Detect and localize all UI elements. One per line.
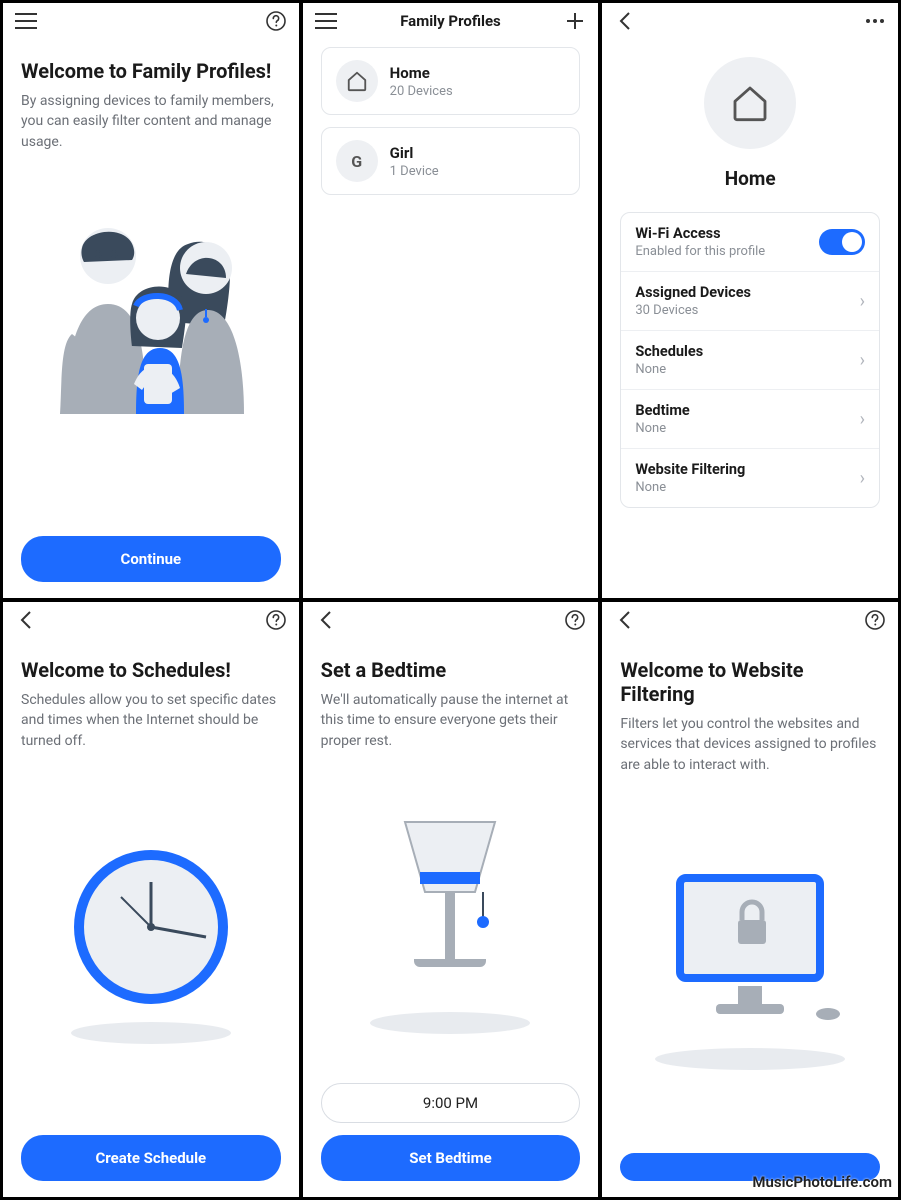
content: Home 20 Devices G Girl 1 Device [303,39,599,598]
profile-text: Home 20 Devices [390,64,453,99]
row-title: Schedules [635,343,703,360]
continue-button[interactable]: Continue [21,536,281,582]
row-bedtime[interactable]: Bedtime None › [621,389,879,448]
profile-name: Home [390,64,453,82]
profile-row-girl[interactable]: G Girl 1 Device [321,127,581,195]
chevron-right-icon: › [860,291,865,312]
family-illustration [21,164,281,524]
chevron-right-icon: › [860,350,865,371]
back-button[interactable] [11,610,41,630]
row-sub: None [635,421,689,436]
help-icon [266,11,286,31]
chevron-right-icon: › [860,468,865,489]
screen-profile-detail: Home Wi-Fi Access Enabled for this profi… [602,3,898,598]
screen-welcome-schedules: Welcome to Schedules! Schedules allow yo… [3,602,299,1197]
menu-button[interactable] [11,13,41,29]
row-wifi-access[interactable]: Wi-Fi Access Enabled for this profile [621,213,879,271]
home-icon [336,60,378,102]
page-subtitle: Filters let you control the websites and… [620,714,880,775]
help-button[interactable] [261,11,291,31]
topbar [3,3,299,39]
content: Welcome to Website Filtering Filters let… [602,638,898,1197]
topbar [602,602,898,638]
page-subtitle: We'll automatically pause the internet a… [321,690,581,751]
content: Welcome to Schedules! Schedules allow yo… [3,638,299,1197]
profile-text: Girl 1 Device [390,144,439,179]
topbar [602,3,898,39]
back-button[interactable] [610,610,640,630]
profile-sub: 20 Devices [390,84,453,99]
home-icon [730,83,770,123]
content: Welcome to Family Profiles! By assigning… [3,39,299,598]
page-title: Set a Bedtime [321,658,581,682]
row-sub: None [635,480,745,495]
hamburger-icon [315,13,337,29]
chevron-right-icon: › [860,409,865,430]
header-title: Family Profiles [341,12,561,30]
back-button[interactable] [311,610,341,630]
profile-sub: 1 Device [390,164,439,179]
help-icon [565,610,585,630]
screen-welcome-family-profiles: Welcome to Family Profiles! By assigning… [3,3,299,598]
row-sub: Enabled for this profile [635,244,765,259]
add-profile-button[interactable] [560,11,590,31]
help-icon [865,610,885,630]
row-website-filtering[interactable]: Website Filtering None › [621,448,879,507]
profile-avatar-large [704,57,796,149]
profile-initial: G [336,140,378,182]
screen-set-bedtime: Set a Bedtime We'll automatically pause … [303,602,599,1197]
help-button[interactable] [261,610,291,630]
monitor-illustration [620,787,880,1141]
topbar: Family Profiles [303,3,599,39]
lamp-illustration [321,763,581,1073]
row-sub: None [635,362,703,377]
shadow [71,1022,231,1044]
settings-card: Wi-Fi Access Enabled for this profile As… [620,212,880,508]
content: Set a Bedtime We'll automatically pause … [303,638,599,1197]
plus-icon [565,11,585,31]
menu-button[interactable] [311,13,341,29]
row-title: Bedtime [635,402,689,419]
wifi-toggle[interactable] [819,229,865,255]
more-icon [865,18,885,24]
row-sub: 30 Devices [635,303,751,318]
content: Home Wi-Fi Access Enabled for this profi… [602,39,898,598]
page-subtitle: By assigning devices to family members, … [21,91,281,152]
create-schedule-button[interactable]: Create Schedule [21,1135,281,1181]
page-subtitle: Schedules allow you to set specific date… [21,690,281,751]
back-button[interactable] [610,11,640,31]
help-icon [266,610,286,630]
row-schedules[interactable]: Schedules None › [621,330,879,389]
set-bedtime-button[interactable]: Set Bedtime [321,1135,581,1181]
shadow [655,1048,845,1070]
bedtime-time-input[interactable]: 9:00 PM [321,1083,581,1123]
clock-illustration [21,763,281,1123]
screen-welcome-website-filtering: Welcome to Website Filtering Filters let… [602,602,898,1197]
row-assigned-devices[interactable]: Assigned Devices 30 Devices › [621,271,879,330]
chevron-left-icon [319,610,333,630]
row-title: Assigned Devices [635,284,751,301]
page-title: Welcome to Website Filtering [620,658,880,706]
profile-title: Home [620,167,880,190]
row-title: Website Filtering [635,461,745,478]
chevron-left-icon [618,11,632,31]
row-title: Wi-Fi Access [635,225,765,242]
topbar [3,602,299,638]
hamburger-icon [15,13,37,29]
shadow [370,1012,530,1034]
chevron-left-icon [19,610,33,630]
topbar [303,602,599,638]
profile-row-home[interactable]: Home 20 Devices [321,47,581,115]
profile-name: Girl [390,144,439,162]
page-title: Welcome to Schedules! [21,658,281,682]
help-button[interactable] [560,610,590,630]
watermark: MusicPhotoLife.com [752,1173,892,1191]
screen-family-profiles-list: Family Profiles Home 20 Devices G Girl 1… [303,3,599,598]
chevron-left-icon [618,610,632,630]
help-button[interactable] [860,610,890,630]
page-title: Welcome to Family Profiles! [21,59,281,83]
more-button[interactable] [860,18,890,24]
